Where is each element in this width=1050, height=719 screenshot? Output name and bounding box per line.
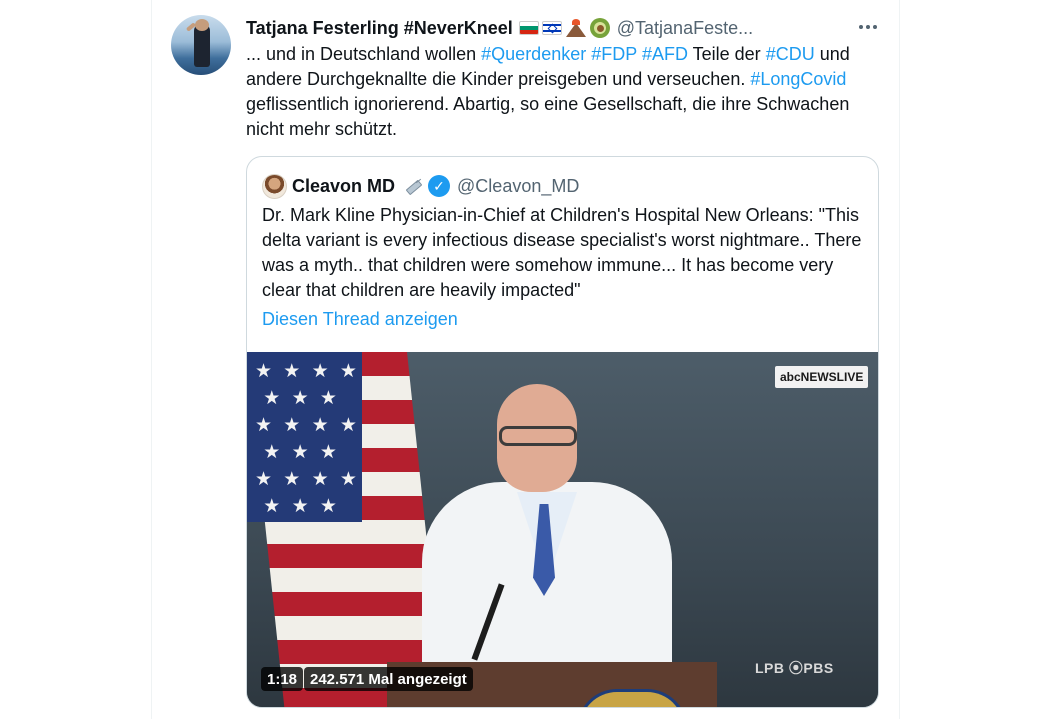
- quoted-author-handle[interactable]: @Cleavon_MD: [457, 176, 579, 197]
- pbs-logo: LPB ⦿PBS: [755, 660, 834, 676]
- hashtag-link[interactable]: #AFD: [642, 44, 688, 64]
- quoted-tweet-card[interactable]: Cleavon MD ✓ @Cleavon_MD Dr. Mark Kline …: [246, 156, 879, 708]
- hashtag-link[interactable]: #CDU: [766, 44, 815, 64]
- avocado-icon: [589, 18, 610, 38]
- video-player[interactable]: abcNEWSLIVE LPB ⦿PBS 1:18 242.571 Mal an…: [247, 352, 878, 707]
- tweet-text-segment: ... und in Deutschland wollen: [246, 44, 482, 64]
- verified-badge-icon: ✓: [428, 175, 451, 197]
- video-duration-badge: 1:18: [261, 667, 304, 691]
- speaker-glasses: [499, 426, 577, 446]
- tweet-header: Tatjana Festerling #NeverKneel @TatjanaF…: [246, 15, 753, 41]
- show-thread-link[interactable]: Diesen Thread anzeigen: [262, 309, 458, 330]
- hashtag-link[interactable]: #LongCovid: [750, 69, 846, 89]
- avatar-head: [195, 19, 209, 31]
- quoted-tweet-text: Dr. Mark Kline Physician-in-Chief at Chi…: [262, 205, 862, 300]
- flag-bulgaria-icon: [518, 21, 539, 35]
- tweet-text-segment: geflissentlich ignorierend. Abartig, so …: [246, 94, 850, 139]
- quoted-author-name[interactable]: Cleavon MD: [292, 176, 395, 197]
- author-display-name[interactable]: Tatjana Festerling #NeverKneel: [246, 18, 513, 39]
- us-flag-stars: [247, 352, 362, 522]
- quoted-tweet-header: Cleavon MD ✓ @Cleavon_MD: [262, 173, 579, 199]
- tweet-text-segment: Teile der: [687, 44, 766, 64]
- syringe-icon: [403, 176, 423, 196]
- video-views-badge: 242.571 Mal angezeigt: [304, 667, 473, 691]
- tweet-text: ... und in Deutschland wollen #Querdenke…: [246, 42, 886, 142]
- hashtag-link[interactable]: #Querdenker: [481, 44, 586, 64]
- volcano-icon: [565, 19, 587, 37]
- quoted-author-avatar[interactable]: [262, 173, 287, 199]
- more-options-icon[interactable]: [850, 18, 886, 36]
- hashtag-link[interactable]: #FDP: [591, 44, 637, 64]
- abc-news-live-logo: abcNEWSLIVE: [775, 366, 869, 388]
- author-avatar[interactable]: [171, 15, 231, 75]
- author-handle[interactable]: @TatjanaFeste...: [617, 18, 753, 39]
- flag-israel-icon: [541, 21, 562, 35]
- author-emoji-row: [518, 18, 610, 38]
